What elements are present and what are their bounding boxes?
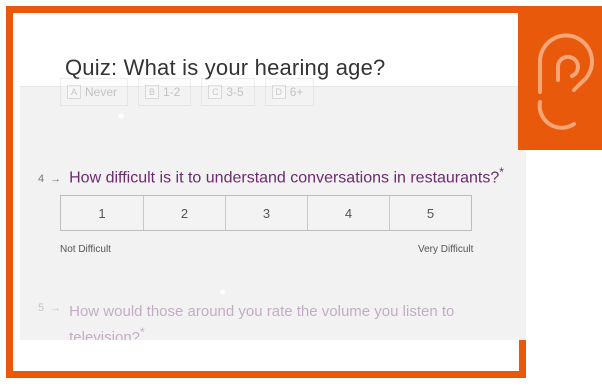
scale-option-2[interactable]: 2 (143, 196, 225, 230)
required-asterisk: * (499, 165, 504, 179)
question-number: 4 (38, 173, 45, 186)
previous-question-options: A Never B 1-2 C 3-5 D 6+ (60, 78, 315, 106)
question-text: How difficult is it to understand conver… (69, 165, 504, 187)
option-key: D (271, 85, 286, 99)
scale-option-4[interactable]: 4 (307, 196, 389, 230)
required-asterisk: * (140, 325, 145, 339)
arrow-right-icon: → (50, 173, 62, 186)
option-key: B (145, 85, 160, 99)
question-text-body: How would those around you rate the volu… (69, 303, 455, 340)
question-text-body: How difficult is it to understand conver… (69, 169, 500, 187)
ear-icon (537, 33, 594, 130)
option-1-2[interactable]: B 1-2 (138, 78, 192, 106)
option-never[interactable]: A Never (60, 78, 129, 106)
brand-badge (518, 6, 602, 150)
question-text: How would those around you rate the volu… (69, 302, 469, 340)
scale-option-1[interactable]: 1 (61, 196, 143, 230)
scale-label-right: Very Difficult (418, 244, 474, 255)
arrow-right-icon: → (50, 302, 62, 314)
question-5: 5 → How would those around you rate the … (38, 302, 469, 340)
option-label: Never (85, 85, 118, 99)
option-key: C (208, 85, 223, 99)
question-number: 5 (38, 302, 45, 314)
quiz-panel: Quiz: What is your hearing age? A Never … (20, 20, 526, 340)
option-label: 1-2 (163, 85, 181, 99)
question-4: 4 → How difficult is it to understand co… (38, 165, 504, 187)
option-key: A (67, 85, 81, 99)
option-6-plus[interactable]: D 6+ (264, 78, 315, 106)
option-3-5[interactable]: C 3-5 (201, 78, 255, 106)
option-label: 6+ (289, 85, 304, 99)
scale-label-left: Not Difficult (60, 244, 111, 255)
scale-option-5[interactable]: 5 (389, 196, 471, 230)
option-label: 3-5 (226, 85, 244, 99)
video-frame: Quiz: What is your hearing age? A Never … (6, 6, 526, 378)
opinion-scale: 1 2 3 4 5 (60, 195, 472, 231)
scale-option-3[interactable]: 3 (225, 196, 307, 230)
